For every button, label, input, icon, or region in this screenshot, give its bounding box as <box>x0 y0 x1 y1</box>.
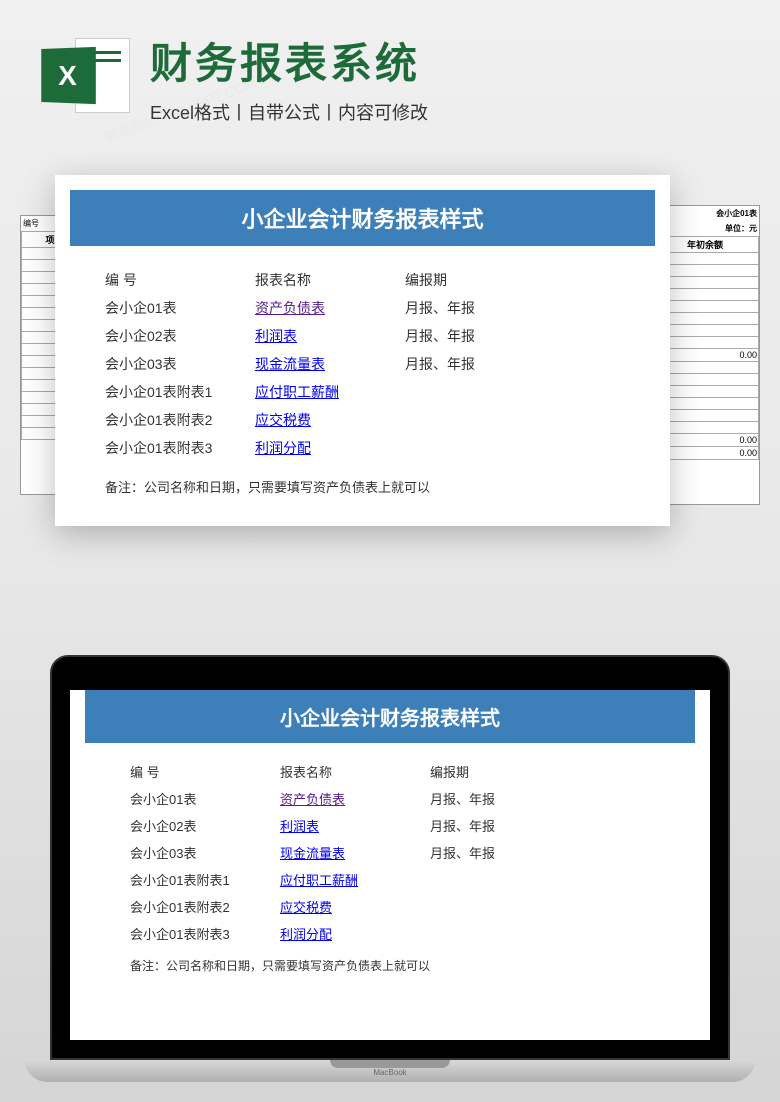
table-row: 会小企01表附表1应付职工薪酬 <box>105 378 620 406</box>
laptop-mockup: 小企业会计财务报表样式 编 号 报表名称 编报期 会小企01表资产负债表月报、年… <box>50 655 730 1082</box>
table-row: 会小企01表资产负债表月报、年报 <box>130 785 650 812</box>
report-link[interactable]: 应付职工薪酬 <box>280 873 358 888</box>
table-row: 会小企03表现金流量表月报、年报 <box>130 839 650 866</box>
report-link[interactable]: 现金流量表 <box>280 846 345 861</box>
page-header: X 财务报表系统 Excel格式丨自带公式丨内容可修改 <box>0 0 780 145</box>
report-link[interactable]: 资产负债表 <box>255 300 325 316</box>
report-link[interactable]: 应交税费 <box>255 412 311 428</box>
table-header: 编 号 报表名称 编报期 <box>130 758 650 785</box>
table-row: 会小企01表附表2应交税费 <box>130 893 650 920</box>
laptop-base: MacBook <box>25 1060 755 1082</box>
card-title: 小企业会计财务报表样式 <box>70 190 655 246</box>
table-row: 会小企03表现金流量表月报、年报 <box>105 350 620 378</box>
report-table: 编 号 报表名称 编报期 会小企01表资产负债表月报、年报 会小企02表利润表月… <box>130 758 650 947</box>
table-header: 编 号 报表名称 编报期 <box>105 266 620 294</box>
report-link[interactable]: 利润分配 <box>280 927 332 942</box>
table-row: 会小企01表附表3利润分配 <box>130 920 650 947</box>
card-note: 备注：公司名称和日期，只需要填写资产负债表上就可以 <box>105 477 620 496</box>
excel-icon: X <box>40 33 130 123</box>
table-row: 会小企01表附表2应交税费 <box>105 406 620 434</box>
table-row: 会小企02表利润表月报、年报 <box>105 322 620 350</box>
report-link[interactable]: 应付职工薪酬 <box>255 384 339 400</box>
report-link[interactable]: 利润分配 <box>255 440 311 456</box>
report-link[interactable]: 利润表 <box>280 819 319 834</box>
card-note: 备注：公司名称和日期，只需要填写资产负债表上就可以 <box>130 957 650 974</box>
report-link[interactable]: 资产负债表 <box>280 792 345 807</box>
main-report-card: 小企业会计财务报表样式 编 号 报表名称 编报期 会小企01表资产负债表月报、年… <box>55 175 670 526</box>
laptop-brand: MacBook <box>373 1068 406 1077</box>
subtitle: Excel格式丨自带公式丨内容可修改 <box>150 99 740 125</box>
table-row: 会小企01表附表1应付职工薪酬 <box>130 866 650 893</box>
card-title: 小企业会计财务报表样式 <box>85 690 695 743</box>
laptop-screen-content: 小企业会计财务报表样式 编 号 报表名称 编报期 会小企01表资产负债表月报、年… <box>70 690 710 1040</box>
table-row: 会小企02表利润表月报、年报 <box>130 812 650 839</box>
table-row: 会小企01表附表3利润分配 <box>105 434 620 462</box>
report-link[interactable]: 应交税费 <box>280 900 332 915</box>
report-table: 编 号 报表名称 编报期 会小企01表资产负债表月报、年报 会小企02表利润表月… <box>105 266 620 462</box>
table-row: 会小企01表资产负债表月报、年报 <box>105 294 620 322</box>
report-link[interactable]: 利润表 <box>255 328 297 344</box>
preview-composite: 编号 项 会小企01表 单位：元 年初余额 0.00 0.00 0.00 小企业… <box>20 175 760 555</box>
report-link[interactable]: 现金流量表 <box>255 356 325 372</box>
main-title: 财务报表系统 <box>150 30 740 91</box>
